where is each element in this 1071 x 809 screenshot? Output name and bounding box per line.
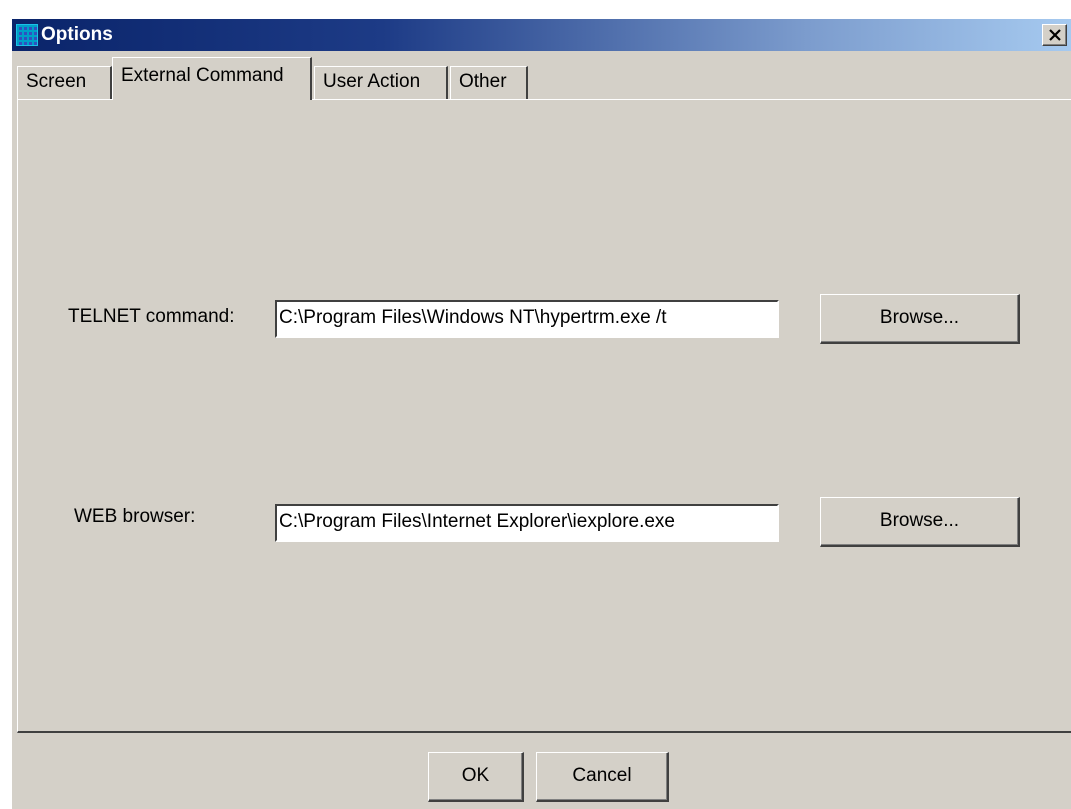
title-bar[interactable]: Options <box>12 19 1071 51</box>
window-title: Options <box>41 24 113 45</box>
web-browse-button[interactable]: Browse... <box>820 497 1020 547</box>
close-icon <box>1049 29 1061 41</box>
cancel-button[interactable]: Cancel <box>536 752 669 802</box>
close-button[interactable] <box>1042 24 1067 46</box>
tab-label: User Action <box>323 71 421 92</box>
tab-panel-external-command: TELNET command: C:\Program Files\Windows… <box>17 99 1071 733</box>
web-browser-field[interactable]: C:\Program Files\Internet Explorer\iexpl… <box>275 504 779 542</box>
tab-label: Screen <box>26 71 87 92</box>
grid-app-icon <box>16 24 38 46</box>
options-dialog: Options Screen External Command User Act… <box>11 18 1071 809</box>
telnet-command-label: TELNET command: <box>68 306 235 327</box>
telnet-browse-button[interactable]: Browse... <box>820 294 1020 344</box>
ok-button[interactable]: OK <box>428 752 524 802</box>
tab-other[interactable]: Other <box>450 66 528 99</box>
tab-label: External Command <box>121 65 284 86</box>
tab-user-action[interactable]: User Action <box>314 66 448 99</box>
telnet-command-field[interactable]: C:\Program Files\Windows NT\hypertrm.exe… <box>275 300 779 338</box>
tab-external-command[interactable]: External Command <box>112 57 312 100</box>
web-browser-label: WEB browser: <box>74 506 196 527</box>
tab-strip: Screen External Command User Action Othe… <box>17 57 617 100</box>
tab-screen[interactable]: Screen <box>17 66 112 99</box>
tab-label: Other <box>459 71 507 92</box>
